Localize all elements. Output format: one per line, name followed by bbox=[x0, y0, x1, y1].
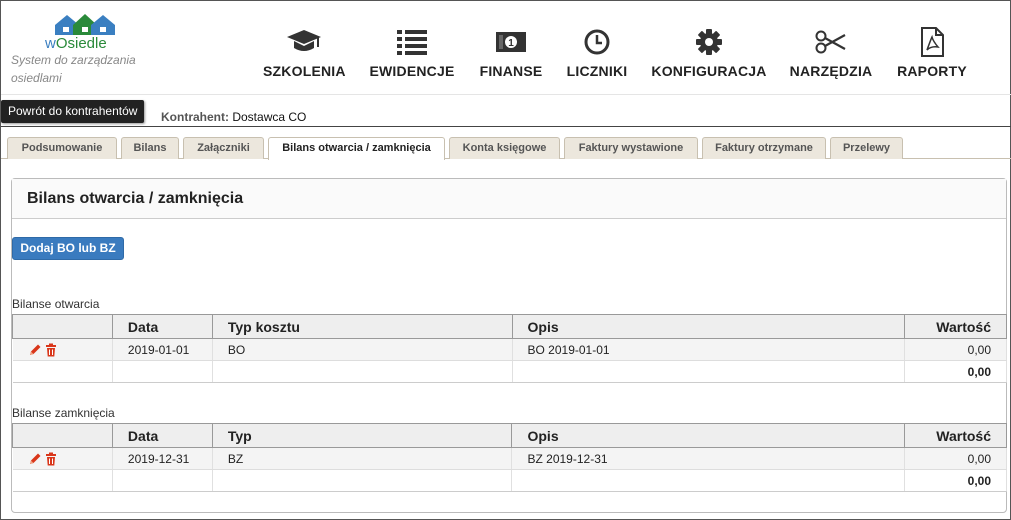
header-actions bbox=[12, 423, 113, 448]
nav-label: EWIDENCJE bbox=[369, 63, 455, 79]
contractor-info: Kontrahent: Dostawca CO bbox=[161, 110, 306, 124]
nav-label: NARZĘDZIA bbox=[789, 63, 873, 79]
header-actions bbox=[12, 314, 113, 339]
header-wartosc[interactable]: Wartość bbox=[904, 314, 1007, 339]
total-row: 0,00 bbox=[12, 469, 1007, 492]
delete-trash-icon[interactable] bbox=[45, 452, 57, 466]
nav-label: KONFIGURACJA bbox=[651, 63, 767, 79]
logo[interactable]: wOsiedle System do zarządzania osiedlami bbox=[9, 9, 209, 101]
contractor-bar: Powrót do kontrahentów Kontrahent: Dosta… bbox=[1, 94, 1011, 127]
balance-panel: Bilans otwarcia / zamknięcia Dodaj BO lu… bbox=[11, 178, 1007, 513]
table-header: Data Typ Opis Wartość bbox=[12, 423, 1007, 448]
contractor-value: Dostawca CO bbox=[232, 110, 307, 124]
closing-balances-title: Bilanse zamknięcia bbox=[12, 406, 115, 420]
total-empty-4 bbox=[512, 360, 905, 383]
tab-faktury-otrzymane[interactable]: Faktury otrzymane bbox=[702, 137, 826, 159]
total-empty-1 bbox=[12, 360, 113, 383]
header-data[interactable]: Data bbox=[111, 423, 213, 448]
logo-name-w: w bbox=[45, 35, 56, 52]
gear-icon bbox=[651, 27, 767, 57]
header-typ[interactable]: Typ bbox=[211, 423, 513, 448]
scissors-icon bbox=[789, 27, 873, 57]
edit-pencil-icon[interactable] bbox=[28, 343, 42, 357]
header-wartosc[interactable]: Wartość bbox=[904, 423, 1007, 448]
table-row: 2019-01-01 BO BO 2019-01-01 0,00 bbox=[12, 338, 1007, 361]
total-empty-2 bbox=[112, 360, 213, 383]
total-empty-1 bbox=[12, 469, 113, 492]
table-row: 2019-12-31 BZ BZ 2019-12-31 0,00 bbox=[12, 447, 1007, 470]
total-empty-2 bbox=[112, 469, 213, 492]
contractor-label: Kontrahent: bbox=[161, 110, 229, 124]
closing-total: 0,00 bbox=[904, 469, 1007, 492]
delete-trash-icon[interactable] bbox=[45, 343, 57, 357]
nav-narzedzia[interactable]: NARZĘDZIA bbox=[789, 27, 873, 87]
tab-przelewy[interactable]: Przelewy bbox=[830, 137, 903, 159]
tab-faktury-wystawione[interactable]: Faktury wystawione bbox=[564, 137, 698, 159]
nav-label: FINANSE bbox=[479, 63, 543, 79]
header-opis[interactable]: Opis bbox=[511, 314, 905, 339]
tab-zalaczniki[interactable]: Załączniki bbox=[183, 137, 264, 159]
nav-label: LICZNIKI bbox=[566, 63, 628, 79]
houses-logo-icon bbox=[55, 14, 115, 35]
cell-opis: BO 2019-01-01 bbox=[512, 338, 905, 361]
nav-label: SZKOLENIA bbox=[263, 63, 346, 79]
row-actions bbox=[12, 338, 113, 361]
nav-liczniki[interactable]: LICZNIKI bbox=[565, 27, 629, 87]
nav-label: RAPORTY bbox=[897, 63, 967, 79]
nav-raporty[interactable]: RAPORTY bbox=[895, 27, 969, 87]
panel-title: Bilans otwarcia / zamknięcia bbox=[12, 179, 1006, 219]
header-typ-kosztu[interactable]: Typ kosztu bbox=[211, 314, 513, 339]
row-actions bbox=[12, 447, 113, 470]
tab-bilans[interactable]: Bilans bbox=[121, 137, 179, 159]
header-data[interactable]: Data bbox=[111, 314, 213, 339]
nav-konfiguracja[interactable]: KONFIGURACJA bbox=[651, 27, 767, 87]
graduation-cap-icon bbox=[263, 27, 345, 57]
cell-wartosc: 0,00 bbox=[904, 338, 1007, 361]
nav-szkolenia[interactable]: SZKOLENIA bbox=[263, 27, 346, 87]
clock-icon bbox=[565, 27, 629, 57]
list-icon bbox=[369, 27, 455, 57]
closing-balances-table: Data Typ Opis Wartość 2019-12-31 BZ BZ 2… bbox=[12, 423, 1007, 492]
edit-pencil-icon[interactable] bbox=[28, 452, 42, 466]
nav-finanse[interactable]: 1 FINANSE bbox=[479, 27, 543, 87]
tab-podsumowanie[interactable]: Podsumowanie bbox=[7, 137, 117, 159]
tab-bilans-otwarcia-zamkniecia[interactable]: Bilans otwarcia / zamknięcia bbox=[268, 137, 445, 160]
app-frame: wOsiedle System do zarządzania osiedlami… bbox=[0, 0, 1011, 520]
cell-opis: BZ 2019-12-31 bbox=[511, 447, 905, 470]
total-empty-4 bbox=[511, 469, 905, 492]
tab-konta-ksiegowe[interactable]: Konta księgowe bbox=[449, 137, 560, 159]
total-empty-3 bbox=[212, 360, 513, 383]
cell-data: 2019-01-01 bbox=[112, 338, 213, 361]
cell-typ: BZ bbox=[212, 447, 513, 470]
opening-total: 0,00 bbox=[904, 360, 1007, 383]
svg-text:1: 1 bbox=[508, 38, 514, 49]
total-row: 0,00 bbox=[12, 360, 1007, 383]
cell-typ: BO bbox=[212, 338, 513, 361]
header-opis[interactable]: Opis bbox=[511, 423, 905, 448]
opening-balances-title: Bilanse otwarcia bbox=[12, 297, 100, 311]
nav-ewidencje[interactable]: EWIDENCJE bbox=[369, 27, 455, 87]
add-bo-bz-button[interactable]: Dodaj BO lub BZ bbox=[12, 237, 124, 260]
opening-balances-table: Data Typ kosztu Opis Wartość 2019-01-01 bbox=[12, 314, 1007, 383]
money-icon: 1 bbox=[479, 27, 543, 57]
pdf-file-icon bbox=[895, 27, 969, 57]
total-empty-3 bbox=[212, 469, 513, 492]
logo-name-rest: Osiedle bbox=[55, 35, 107, 52]
table-header: Data Typ kosztu Opis Wartość bbox=[12, 314, 1007, 339]
logo-name: wOsiedle bbox=[45, 35, 107, 52]
tagline: System do zarządzania osiedlami bbox=[11, 53, 136, 85]
back-to-contractors-button[interactable]: Powrót do kontrahentów bbox=[1, 100, 145, 123]
cell-data: 2019-12-31 bbox=[112, 447, 213, 470]
cell-wartosc: 0,00 bbox=[904, 447, 1007, 470]
